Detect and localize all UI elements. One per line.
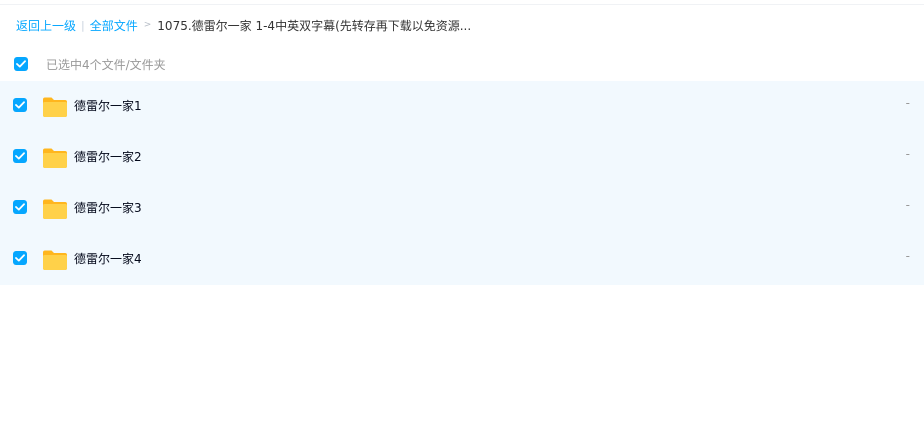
list-item[interactable]: 德雷尔一家4 - (0, 234, 924, 285)
list-item[interactable]: 德雷尔一家1 - (0, 81, 924, 132)
top-divider (0, 4, 924, 5)
file-size: - (905, 198, 910, 212)
selection-header: 已选中4个文件/文件夹 (0, 52, 924, 76)
file-size: - (905, 96, 910, 110)
breadcrumb-arrow-icon: > (143, 20, 152, 30)
list-item[interactable]: 德雷尔一家3 - (0, 183, 924, 234)
folder-icon (43, 148, 67, 168)
back-link[interactable]: 返回上一级 (16, 17, 76, 34)
checkmark-icon (15, 254, 25, 262)
current-folder-name: 1075.德雷尔一家 1-4中英双字幕(先转存再下载以免资源... (157, 18, 472, 33)
checkmark-icon (15, 152, 25, 160)
breadcrumb-separator: | (81, 18, 85, 32)
file-name[interactable]: 德雷尔一家1 (74, 98, 142, 114)
row-checkbox[interactable] (13, 149, 27, 163)
row-checkbox[interactable] (13, 200, 27, 214)
checkmark-icon (15, 203, 25, 211)
file-name[interactable]: 德雷尔一家3 (74, 200, 142, 216)
file-size: - (905, 147, 910, 161)
folder-icon (43, 97, 67, 117)
file-size: - (905, 249, 910, 263)
file-name[interactable]: 德雷尔一家2 (74, 149, 142, 165)
checkmark-icon (15, 101, 25, 109)
file-name[interactable]: 德雷尔一家4 (74, 251, 142, 267)
selection-summary: 已选中4个文件/文件夹 (46, 57, 166, 72)
folder-icon (43, 199, 67, 219)
row-checkbox[interactable] (13, 98, 27, 112)
breadcrumb: 返回上一级 | 全部文件 > 1075.德雷尔一家 1-4中英双字幕(先转存再下… (16, 16, 471, 34)
row-checkbox[interactable] (13, 251, 27, 265)
list-item[interactable]: 德雷尔一家2 - (0, 132, 924, 183)
checkmark-icon (16, 60, 26, 68)
all-files-link[interactable]: 全部文件 (90, 17, 138, 34)
file-list: 德雷尔一家1 - 德雷尔一家2 - 德雷尔一家3 - 德雷尔一家4 - (0, 81, 924, 285)
select-all-checkbox[interactable] (14, 57, 28, 71)
folder-icon (43, 250, 67, 270)
